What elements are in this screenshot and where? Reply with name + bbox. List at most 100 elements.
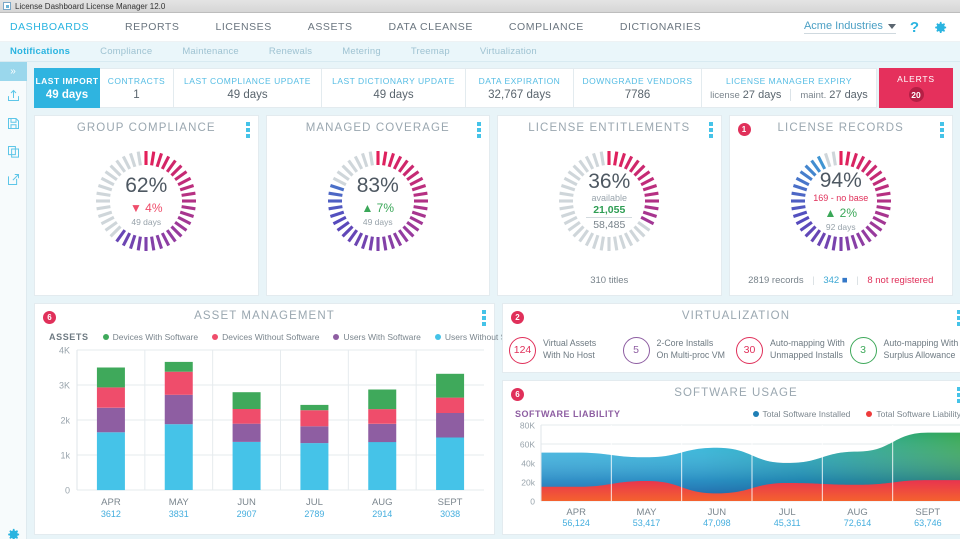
flagged-count[interactable]: 342 <box>823 275 839 286</box>
kpi-contracts[interactable]: CONTRACTS 1 <box>100 68 174 108</box>
gauge-center-label: 62% ▼ 4% 49 days <box>87 142 205 260</box>
svg-text:0: 0 <box>530 497 535 507</box>
open-external-icon[interactable] <box>0 165 27 193</box>
gauge-percent: 94% <box>819 168 862 192</box>
kpi-value: 49 days <box>227 88 268 101</box>
metric-circle: 3 <box>849 336 877 364</box>
more-options-icon[interactable] <box>708 122 713 138</box>
virtualization-metric[interactable]: 5 2-Core Installs On Multi-proc VM <box>622 336 737 364</box>
legend-item[interactable]: Users With Software <box>333 332 421 342</box>
export-icon[interactable] <box>0 81 27 109</box>
kpi-label: DOWNGRADE VENDORS <box>582 75 693 86</box>
gauge-percent: 62% <box>125 174 168 198</box>
subnav-item-treemap[interactable]: Treemap <box>411 46 450 57</box>
legend-color-dot <box>212 334 219 340</box>
kpi-license-manager-expiry[interactable]: LICENSE MANAGER EXPIRY license 27 days m… <box>702 68 877 108</box>
legend-item[interactable]: Total Software Liability <box>866 409 960 419</box>
card-header: SOFTWARE USAGE <box>503 381 960 405</box>
records-count: 2819 records <box>748 275 804 286</box>
kpi-last-import[interactable]: LAST IMPORT 49 days <box>34 68 100 108</box>
kpi-value: 7786 <box>624 88 651 101</box>
legend-item[interactable]: Devices Without Software <box>212 332 319 342</box>
svg-text:80K: 80K <box>520 421 535 431</box>
svg-text:1k: 1k <box>60 451 70 461</box>
svg-text:4K: 4K <box>59 346 70 356</box>
subnav-item-virtualization[interactable]: Virtualization <box>480 46 537 57</box>
gear-icon[interactable] <box>933 20 948 35</box>
svg-text:SEPT: SEPT <box>438 497 463 508</box>
more-options-icon[interactable] <box>477 122 481 138</box>
gauge-delta: ▼ 4% <box>129 200 163 215</box>
asset-management-column: 6 ASSET MANAGEMENT ASSETS Devices With S… <box>34 303 534 535</box>
legend-color-dot <box>102 334 109 340</box>
gauge-numerator: 21,055 <box>593 204 626 217</box>
nav-item-licenses[interactable]: LICENSES <box>215 21 271 33</box>
sidebar-expand-toggle[interactable]: » <box>0 62 27 81</box>
asset-management-card: 6 ASSET MANAGEMENT ASSETS Devices With S… <box>34 303 534 535</box>
gauge-card-row: GROUP COMPLIANCE 62% ▼ 4% 49 days MANAGED … <box>34 115 953 296</box>
gauge-percent: 36% <box>588 169 631 193</box>
page-title: GROUP COMPLIANCE <box>76 122 216 134</box>
organization-selector[interactable]: Acme Industries <box>803 20 896 34</box>
virtualization-metric[interactable]: 30 Auto-mapping With Unmapped Installs <box>736 336 850 364</box>
page-title: VIRTUALIZATION <box>681 310 791 322</box>
gauge-percent: 83% <box>356 174 399 198</box>
software-usage-card: 6 SOFTWARE USAGE SOFTWARE LIABILITY Tota… <box>502 380 960 535</box>
metric-label: Auto-mapping With Unmapped Installs <box>770 338 845 360</box>
svg-text:53,417: 53,417 <box>633 518 661 528</box>
gauge-center-label: 83% ▲ 7% 49 days <box>319 142 437 260</box>
question-mark-icon[interactable]: ? <box>910 19 919 36</box>
nav-item-compliance[interactable]: COMPLIANCE <box>509 21 584 33</box>
page-title: SOFTWARE USAGE <box>674 387 798 399</box>
nav-item-dictionaries[interactable]: DICTIONARIES <box>620 21 701 33</box>
svg-text:3831: 3831 <box>169 509 189 519</box>
more-options-icon[interactable] <box>245 122 250 138</box>
svg-text:MAY: MAY <box>637 507 658 518</box>
asset-axis-title: ASSETS <box>49 332 89 342</box>
legend-color-dot <box>866 411 873 417</box>
kpi-last-dictionary-update[interactable]: LAST DICTIONARY UPDATE 49 days <box>322 68 466 108</box>
gauge-center-label: 94% 169 - no base ▲ 2% 92 days <box>782 142 900 260</box>
kpi-data-expiration[interactable]: DATA EXPIRATION 32,767 days <box>466 68 574 108</box>
alerts-button[interactable]: ALERTS 20 <box>879 68 953 108</box>
nav-item-dashboards[interactable]: DASHBOARDS <box>10 21 89 33</box>
kpi-last-compliance-update[interactable]: LAST COMPLIANCE UPDATE 49 days <box>174 68 322 108</box>
legend-color-dot <box>752 411 759 417</box>
gauge-body: 62% ▼ 4% 49 days <box>35 140 258 295</box>
save-icon[interactable] <box>0 109 27 137</box>
svg-text:72,614: 72,614 <box>844 518 872 528</box>
nav-item-assets[interactable]: ASSETS <box>308 21 353 33</box>
subnav-item-maintenance[interactable]: Maintenance <box>182 46 239 57</box>
page-title: LICENSE RECORDS <box>777 122 904 134</box>
gauge-fraction: 21,055 58,485 <box>586 204 633 231</box>
subnav-item-notifications[interactable]: Notifications <box>10 46 70 57</box>
nav-item-data-cleanse[interactable]: DATA CLEANSE <box>389 21 473 33</box>
legend-item[interactable]: Devices With Software <box>102 332 198 342</box>
svg-text:0: 0 <box>65 486 70 496</box>
kpi-label: LAST IMPORT <box>35 75 99 86</box>
subnav-item-metering[interactable]: Metering <box>342 46 381 57</box>
virtualization-metric[interactable]: 124 Virtual Assets With No Host <box>509 336 623 364</box>
more-options-icon[interactable] <box>940 122 944 138</box>
nav-item-reports[interactable]: REPORTS <box>125 21 179 33</box>
svg-text:MAY: MAY <box>169 497 190 508</box>
subnav-item-renewals[interactable]: Renewals <box>269 46 312 57</box>
kpi-downgrade-vendors[interactable]: DOWNGRADE VENDORS 7786 <box>574 68 702 108</box>
unregistered-count[interactable]: 8 not registered <box>867 275 933 286</box>
copy-icon[interactable] <box>0 137 27 165</box>
subnav-item-compliance[interactable]: Compliance <box>100 46 152 57</box>
card-header: GROUP COMPLIANCE <box>35 116 258 140</box>
alerts-count-badge: 20 <box>908 87 924 102</box>
card-header: LICENSE RECORDS <box>730 116 953 140</box>
gauge-delta: ▲ 7% <box>361 200 395 215</box>
legend-item[interactable]: Total Software Installed <box>752 409 850 419</box>
gauge-sublabel: available <box>591 193 628 204</box>
metric-circle: 30 <box>736 336 763 364</box>
gauge-card-license-entitlements: LICENSE ENTITLEMENTS 36% available 21,055… <box>497 115 722 296</box>
lower-panel-row: 6 ASSET MANAGEMENT ASSETS Devices With S… <box>34 303 960 535</box>
page-body: » LAST IMPORT 49 days CONTRACTS 1 LAST COMPL… <box>0 62 960 539</box>
virtualization-metric[interactable]: 3 Auto-mapping With Surplus Allowance <box>849 336 960 364</box>
svg-text:40k: 40k <box>521 459 535 469</box>
more-options-icon[interactable] <box>482 310 486 326</box>
gear-icon[interactable] <box>0 527 27 539</box>
